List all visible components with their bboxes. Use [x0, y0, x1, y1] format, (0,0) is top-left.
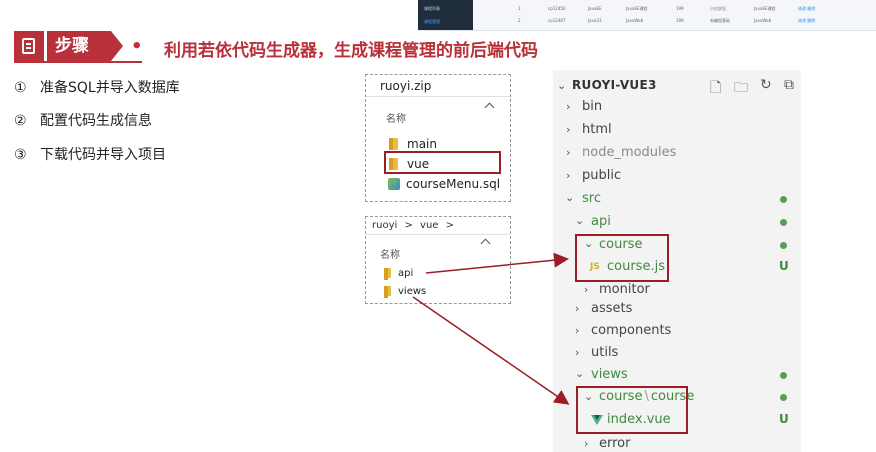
arrow-overlay — [412, 252, 570, 405]
arrow-views — [412, 296, 570, 405]
arrow-api — [425, 252, 569, 274]
